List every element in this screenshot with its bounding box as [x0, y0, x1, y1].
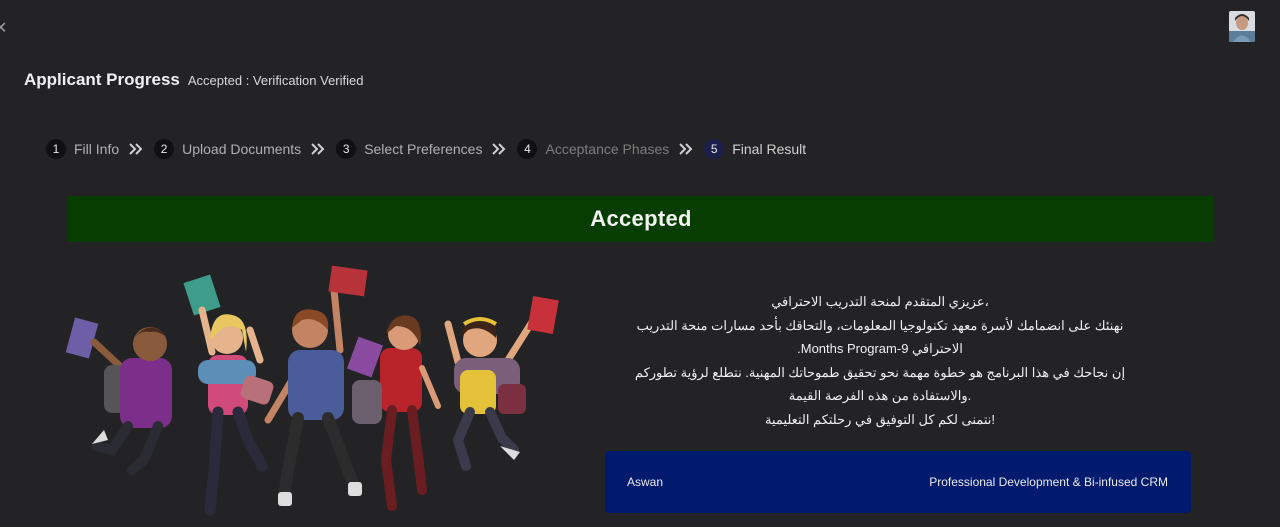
step-label: Select Preferences	[364, 141, 483, 157]
assignment-card: Aswan Professional Development & Bi-infu…	[605, 451, 1191, 513]
double-chevron-right-icon	[679, 142, 695, 156]
progress-stepper: 1 Fill Info 2 Upload Documents 3 Select …	[46, 139, 806, 159]
acceptance-message: ،عزيزي المتقدم لمنحة التدريب الاحترافي ن…	[600, 290, 1160, 431]
double-chevron-right-icon	[129, 142, 145, 156]
message-line: ،عزيزي المتقدم لمنحة التدريب الاحترافي	[771, 294, 989, 309]
students-celebrating-illustration	[62, 260, 572, 522]
step-fill-info[interactable]: 1 Fill Info	[46, 139, 119, 159]
step-label: Upload Documents	[182, 141, 302, 157]
user-avatar[interactable]	[1229, 11, 1255, 42]
message-line: !نتمنى لكم كل التوفيق في رحلتكم التعليمي…	[765, 411, 995, 427]
message-line: .والاستفادة من هذه الفرصة القيمة	[788, 388, 972, 403]
close-icon[interactable]: ✕	[0, 18, 14, 42]
page-title: Applicant Progress	[24, 70, 180, 89]
step-number: 1	[46, 139, 66, 159]
step-select-preferences[interactable]: 3 Select Preferences	[336, 139, 482, 159]
step-acceptance-phases[interactable]: 4 Acceptance Phases	[517, 139, 669, 159]
message-line: نهنئك على انضمامك لأسرة معهد تكنولوجيا ا…	[636, 317, 1124, 333]
track-name: Professional Development & Bi-infused CR…	[929, 475, 1168, 489]
result-banner-text: Accepted	[590, 206, 692, 231]
page-header: Applicant Progress Accepted : Verificati…	[24, 70, 363, 90]
step-number: 2	[154, 139, 175, 159]
step-number: 4	[517, 139, 538, 159]
branch-name: Aswan	[627, 475, 664, 489]
step-label: Acceptance Phases	[545, 141, 670, 157]
step-number: 3	[336, 139, 357, 159]
message-line: إن نجاحك في هذا البرنامج هو خطوة مهمة نح…	[634, 364, 1126, 380]
step-upload-documents[interactable]: 2 Upload Documents	[154, 139, 301, 159]
application-status: Accepted : Verification Verified	[187, 73, 364, 88]
message-line: الاحترافي 9-Months Program.	[797, 341, 963, 356]
result-banner: Accepted	[68, 196, 1214, 242]
step-label: Final Result	[732, 141, 807, 157]
double-chevron-right-icon	[492, 142, 508, 156]
step-final-result[interactable]: 5 Final Result	[704, 139, 806, 159]
step-label: Fill Info	[74, 141, 120, 157]
step-number: 5	[704, 139, 725, 159]
double-chevron-right-icon	[311, 142, 327, 156]
